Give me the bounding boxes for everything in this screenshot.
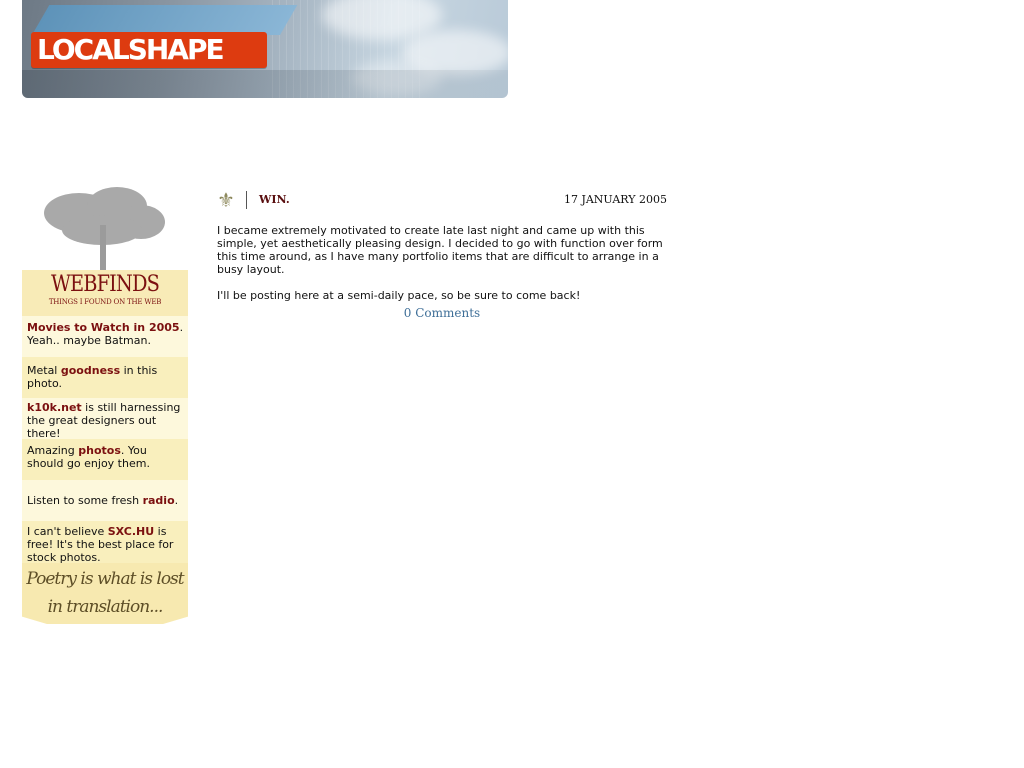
comments-link[interactable]: 0 Comments (404, 306, 480, 320)
webfind-item: Listen to some fresh radio. (22, 480, 188, 521)
webfinds-subtitle: THINGS I FOUND ON THE WEB (48, 298, 162, 306)
webfind-item: Metal goodness in this photo. (22, 357, 188, 398)
poetry-quote: Poetry is what is lost in translation... (22, 563, 188, 624)
header-divider (246, 191, 247, 209)
webfind-item: k10k.net is still harnessing the great d… (22, 398, 188, 440)
post-paragraph: I became extremely motivated to create l… (217, 224, 663, 276)
post-body: I became extremely motivated to create l… (217, 224, 667, 302)
webfind-link[interactable]: Movies to Watch in 2005 (27, 321, 180, 334)
tree-trunk (100, 225, 106, 270)
webfinds-title: WEBFINDS (50, 272, 160, 297)
blog-post: ⚜ WIN. 17 JANUARY 2005 I became extremel… (217, 189, 667, 321)
webfind-item: I can't believe SXC.HU is free! It's the… (22, 521, 188, 564)
webfind-link[interactable]: SXC.HU (108, 525, 154, 538)
webfind-link[interactable]: photos (78, 444, 121, 457)
webfind-item: Movies to Watch in 2005. Yeah.. maybe Ba… (22, 316, 188, 357)
tree-illustration (22, 185, 188, 270)
sidebar: WEBFINDS THINGS I FOUND ON THE WEB Movie… (22, 185, 188, 624)
site-banner[interactable]: LOCALSHAPE (22, 0, 508, 98)
fleur-de-lis-icon: ⚜ (217, 188, 235, 212)
post-header: ⚜ WIN. 17 JANUARY 2005 (217, 189, 667, 211)
post-paragraph: I'll be posting here at a semi-daily pac… (217, 289, 581, 302)
webfind-item: Amazing photos. You should go enjoy them… (22, 439, 188, 480)
webfind-link[interactable]: radio (143, 494, 175, 507)
webfind-link[interactable]: goodness (61, 364, 120, 377)
comments-row: 0 Comments (217, 302, 667, 321)
post-title: WIN. (259, 193, 290, 206)
site-logo[interactable]: LOCALSHAPE (37, 33, 225, 67)
webfinds-header: WEBFINDS THINGS I FOUND ON THE WEB (22, 270, 188, 316)
banner-strip (22, 70, 508, 98)
webfind-link[interactable]: k10k.net (27, 401, 82, 414)
banner-blue-band (32, 5, 298, 35)
post-date: 17 JANUARY 2005 (563, 193, 667, 206)
